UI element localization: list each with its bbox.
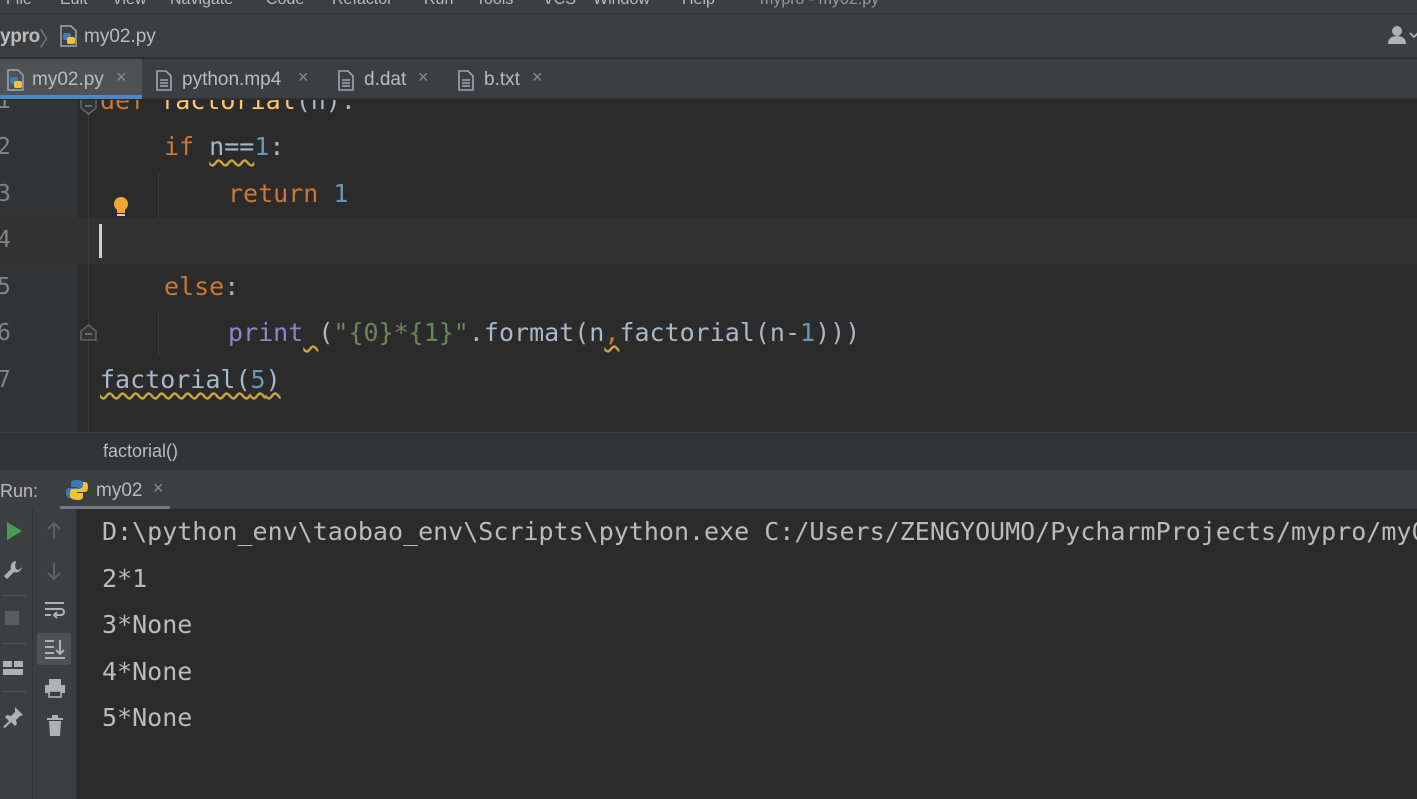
tab-label: d.dat <box>364 69 407 90</box>
text-caret <box>99 224 102 258</box>
function-breadcrumb[interactable]: factorial() <box>103 441 178 462</box>
menu-navigate[interactable]: Navigate <box>170 0 233 9</box>
wrench-icon[interactable] <box>2 559 24 586</box>
run-tab-label: my02 <box>96 480 143 501</box>
layout-icon[interactable] <box>2 659 24 682</box>
line-number: 5 <box>0 274 11 300</box>
close-icon[interactable]: × <box>532 67 543 88</box>
menu-window[interactable]: Window <box>593 0 650 9</box>
toolbar-divider <box>2 595 26 596</box>
close-icon[interactable]: × <box>116 67 127 88</box>
stop-icon[interactable] <box>4 610 20 631</box>
line-number: 6 <box>0 320 11 346</box>
line-number: 2 <box>0 134 11 160</box>
text-file-icon <box>156 69 172 96</box>
console-output-line: 2*1 <box>102 564 148 593</box>
toolbar-divider <box>2 643 26 644</box>
tab-label: python.mp4 <box>182 69 282 90</box>
editor-breadcrumb-bar: factorial() <box>0 432 1417 469</box>
run-toolbar-secondary <box>33 509 77 799</box>
indent-guide <box>158 312 159 356</box>
tab-my02-py[interactable]: my02.py × <box>0 59 142 99</box>
fold-collapse-icon[interactable] <box>80 100 97 115</box>
tab-label: my02.py <box>32 69 104 90</box>
close-icon[interactable]: × <box>418 67 429 88</box>
menu-tools[interactable]: Tools <box>476 0 513 9</box>
text-file-icon <box>338 69 354 96</box>
code-line-1: def factorial(n): <box>100 100 356 115</box>
close-icon[interactable]: × <box>153 478 164 499</box>
pin-icon[interactable] <box>2 706 24 733</box>
soft-wrap-icon[interactable] <box>44 600 66 625</box>
python-file-icon <box>59 25 79 52</box>
line-number: 3 <box>0 181 11 207</box>
toolbar-divider <box>2 691 26 692</box>
menu-run[interactable]: Run <box>424 0 453 9</box>
code-line-6: print ("{0}*{1}".format(n,factorial(n-1)… <box>228 318 861 347</box>
arrow-up-icon[interactable] <box>45 521 63 546</box>
python-file-icon <box>6 69 26 96</box>
menu-edit[interactable]: Edit <box>60 0 88 9</box>
console-output-line: 5*None <box>102 703 193 732</box>
rerun-icon[interactable] <box>4 520 24 547</box>
menu-refactor[interactable]: Refactor <box>332 0 392 9</box>
menu-bar: File Edit View Navigate Code Refactor Ru… <box>0 0 1417 14</box>
console-output-line: D:\python_env\taobao_env\Scripts\python.… <box>102 517 1417 546</box>
lightbulb-icon[interactable] <box>111 195 131 224</box>
current-line-highlight <box>0 218 1417 264</box>
fold-collapse-icon[interactable] <box>80 324 97 341</box>
code-editor[interactable]: 1 2 3 4 5 6 7 def factorial(n): if n==1:… <box>0 100 1417 432</box>
arrow-down-icon[interactable] <box>45 561 63 586</box>
scroll-to-end-icon[interactable] <box>44 638 66 665</box>
text-file-icon <box>458 69 474 96</box>
tab-d-dat[interactable]: d.dat × <box>322 59 442 99</box>
editor-tab-bar: my02.py × python.mp4 × d.dat × b.txt × <box>0 59 1417 99</box>
run-panel-title: Run: <box>0 481 39 501</box>
console-output-line: 3*None <box>102 610 193 639</box>
menu-vcs[interactable]: VCS <box>543 0 576 9</box>
print-icon[interactable] <box>44 678 66 703</box>
fold-guide <box>88 100 89 432</box>
trash-icon[interactable] <box>46 715 64 742</box>
tab-label: b.txt <box>484 69 520 90</box>
menu-file[interactable]: File <box>6 0 32 9</box>
close-icon[interactable]: × <box>298 67 309 88</box>
run-panel: D:\python_env\taobao_env\Scripts\python.… <box>0 509 1417 799</box>
menu-code[interactable]: Code <box>266 0 304 9</box>
breadcrumb-file[interactable]: my02.py <box>84 26 156 48</box>
breadcrumb-project[interactable]: ypro <box>0 26 40 48</box>
python-icon <box>66 479 88 506</box>
menu-help[interactable]: Help <box>682 0 715 9</box>
navigation-bar: ypro 〉 my02.py <box>0 14 1417 58</box>
breadcrumb-separator: 〉 <box>39 29 59 51</box>
user-account-icon[interactable] <box>1388 25 1417 50</box>
menu-view[interactable]: View <box>112 0 146 9</box>
code-line-7: factorial(5) <box>100 365 281 394</box>
indent-guide <box>158 172 159 218</box>
line-number: 4 <box>0 227 11 253</box>
code-line-3: return 1 <box>228 179 349 208</box>
window-title: mypro - my02.py <box>760 0 879 9</box>
run-toolbar-primary <box>0 509 33 799</box>
tab-python-mp4[interactable]: python.mp4 × <box>142 59 322 99</box>
line-number: 7 <box>0 367 11 393</box>
console-output-line: 4*None <box>102 657 193 686</box>
code-line-2: if n==1: <box>164 132 285 161</box>
code-line-5: else: <box>164 272 240 301</box>
tab-b-txt[interactable]: b.txt × <box>442 59 562 99</box>
run-panel-header: Run: my02 × <box>0 469 1417 510</box>
line-number: 1 <box>0 100 11 114</box>
run-tab-my02[interactable]: my02 × <box>60 470 170 510</box>
